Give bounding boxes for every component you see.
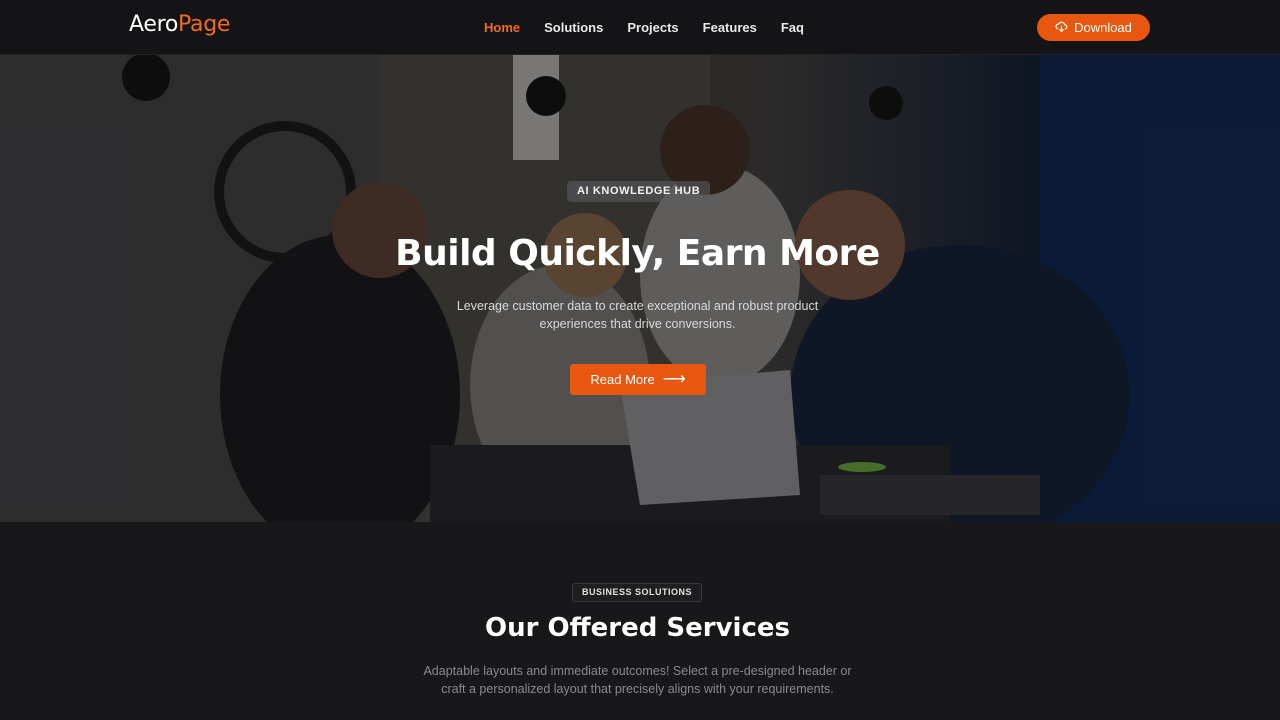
nav-projects[interactable]: Projects: [627, 20, 678, 35]
hero-title: Build Quickly, Earn More: [395, 233, 880, 274]
read-more-button[interactable]: Read More ⟶: [570, 364, 706, 395]
services-section: BUSINESS SOLUTIONS Our Offered Services …: [0, 522, 1280, 720]
site-header: AeroPage Home Solutions Projects Feature…: [0, 0, 1280, 55]
hero-overlay: [0, 55, 1280, 522]
nav-home[interactable]: Home: [484, 20, 520, 35]
services-description: Adaptable layouts and immediate outcomes…: [423, 664, 852, 696]
download-button[interactable]: Download: [1037, 14, 1150, 41]
nav-solutions[interactable]: Solutions: [544, 20, 603, 35]
download-label: Download: [1074, 20, 1132, 35]
services-title: Our Offered Services: [485, 613, 790, 643]
hero-section: AI KNOWLEDGE HUB Build Quickly, Earn Mor…: [0, 55, 1280, 522]
cloud-download-icon: [1055, 20, 1068, 36]
hero-badge: AI KNOWLEDGE HUB: [567, 181, 711, 202]
nav-features[interactable]: Features: [703, 20, 757, 35]
services-badge: BUSINESS SOLUTIONS: [572, 583, 703, 602]
nav-faq[interactable]: Faq: [781, 20, 804, 35]
arrow-right-icon: ⟶: [662, 370, 686, 388]
logo[interactable]: AeroPage: [129, 12, 230, 37]
main-nav: Home Solutions Projects Features Faq: [484, 20, 804, 35]
hero-subtitle: Leverage customer data to create excepti…: [456, 299, 819, 331]
read-more-label: Read More: [590, 372, 655, 387]
